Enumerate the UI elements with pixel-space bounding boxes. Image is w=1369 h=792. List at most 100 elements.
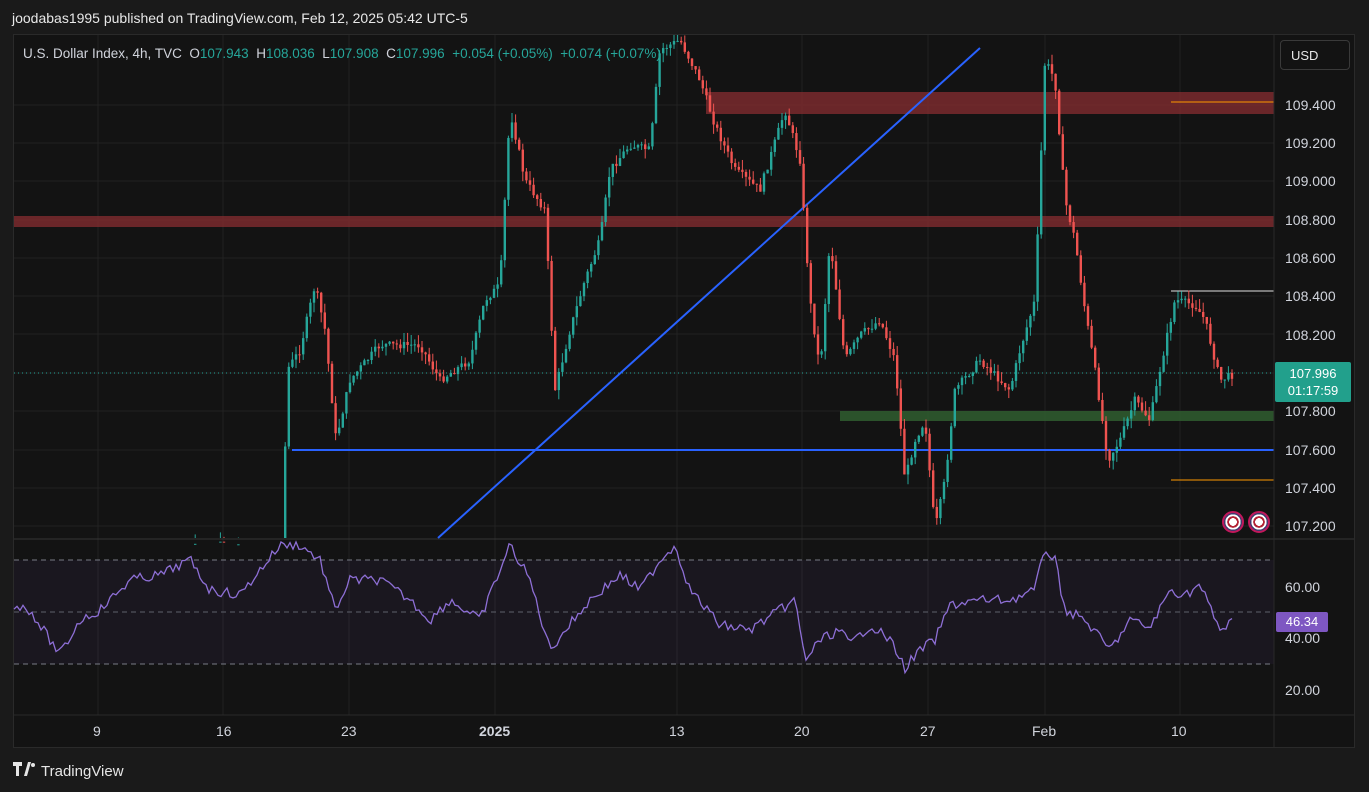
candle-body xyxy=(773,139,776,152)
candle-body xyxy=(568,334,571,349)
candle-body xyxy=(309,302,312,317)
candle-body xyxy=(316,291,319,293)
candle-body xyxy=(413,344,416,346)
candle-body xyxy=(1140,402,1144,411)
candle-body xyxy=(510,122,514,138)
rsi-axis-label: 60.00 xyxy=(1285,579,1320,595)
candle-body xyxy=(1158,371,1162,387)
candle-body xyxy=(953,388,956,427)
price-axis-label: 109.000 xyxy=(1285,173,1336,189)
candle-body xyxy=(478,319,481,333)
candle-body xyxy=(370,351,373,360)
candle-body xyxy=(1216,359,1219,367)
footer[interactable]: TradingView xyxy=(13,762,124,780)
candle-body xyxy=(406,341,409,345)
candle-body xyxy=(687,51,690,59)
candle-body xyxy=(1058,90,1061,135)
candle-body xyxy=(1148,415,1151,420)
us-flag-icon[interactable] xyxy=(1248,511,1270,533)
candle-body xyxy=(939,499,942,519)
candle-body xyxy=(330,363,334,404)
candle-body xyxy=(1068,205,1072,223)
candle-body xyxy=(672,41,676,45)
candle-body xyxy=(464,363,467,367)
candle-body xyxy=(410,344,413,346)
candle-body xyxy=(770,151,773,170)
candle-body xyxy=(1212,343,1216,360)
candle-body xyxy=(878,323,881,325)
candle-body xyxy=(323,312,326,329)
candle-body xyxy=(435,369,438,374)
candle-body xyxy=(1022,340,1025,354)
candle-body xyxy=(1007,387,1010,390)
candle-body xyxy=(845,345,848,355)
candle-body xyxy=(352,375,355,383)
chart-canvas[interactable]: 109.400 109.200 109.000 108.800 108.600 … xyxy=(0,0,1369,792)
candle-body xyxy=(888,338,892,349)
candle-body xyxy=(640,144,643,146)
candle-body xyxy=(881,323,884,328)
ohlc-legend: U.S. Dollar Index, 4h, TVC O107.943 H108… xyxy=(23,46,661,61)
high-label: H xyxy=(256,46,266,61)
candle-body xyxy=(1162,355,1165,372)
candle-body xyxy=(417,344,420,348)
candle-body xyxy=(363,360,366,366)
candle-body xyxy=(539,198,542,208)
candle-body xyxy=(1072,222,1075,233)
candle-body xyxy=(1198,308,1201,312)
candle-body xyxy=(1151,402,1154,420)
brand-name: TradingView xyxy=(41,762,124,780)
candle-body xyxy=(698,69,701,81)
candle-body xyxy=(1018,353,1021,364)
candle-body xyxy=(1104,421,1108,451)
candle-body xyxy=(968,375,971,377)
candle-body xyxy=(730,151,733,164)
time-axis-label: 13 xyxy=(669,723,685,739)
candle-body xyxy=(428,354,431,362)
candle-body xyxy=(1090,325,1093,348)
time-axis-label: 10 xyxy=(1171,723,1187,739)
candle-body xyxy=(651,123,654,147)
candle-body xyxy=(402,341,406,349)
candle-body xyxy=(975,360,978,373)
candle-body xyxy=(1061,134,1064,170)
candle-body xyxy=(1025,327,1028,341)
time-axis-label: 16 xyxy=(216,723,232,739)
candle-body xyxy=(572,317,575,335)
resistance-zone-middle xyxy=(14,216,1274,227)
candle-body xyxy=(392,341,395,344)
open-value: 107.943 xyxy=(199,46,249,61)
candle-body xyxy=(291,359,294,367)
candle-body xyxy=(1000,381,1003,384)
candle-body xyxy=(320,292,323,313)
candle-body xyxy=(438,373,442,377)
us-flag-icon[interactable] xyxy=(1222,511,1244,533)
candle-body xyxy=(676,40,679,42)
price-axis-label: 109.400 xyxy=(1285,97,1336,113)
candle-body xyxy=(935,506,938,519)
high-value: 108.036 xyxy=(265,46,315,61)
candle-body xyxy=(345,392,348,414)
candle-body xyxy=(485,300,488,306)
candle-body xyxy=(615,163,618,166)
candle-body xyxy=(366,359,370,361)
candle-body xyxy=(1180,298,1183,301)
candle-body xyxy=(550,260,553,331)
currency-button[interactable]: USD xyxy=(1280,40,1350,70)
candle-body xyxy=(780,120,784,128)
candle-body xyxy=(791,125,794,134)
candle-body xyxy=(514,122,517,140)
candle-body xyxy=(442,376,445,382)
last-price: 107.996 xyxy=(1289,366,1337,381)
candle-body xyxy=(356,371,359,376)
candle-body xyxy=(1050,64,1054,74)
candle-body xyxy=(194,543,197,545)
candle-body xyxy=(906,464,910,475)
candle-body xyxy=(1220,366,1223,380)
candle-body xyxy=(752,179,755,184)
candle-body xyxy=(219,541,222,543)
price-axis-label: 107.800 xyxy=(1285,403,1336,419)
candle-body xyxy=(874,323,877,329)
symbol-name[interactable]: U.S. Dollar Index, 4h, TVC xyxy=(23,46,182,61)
candle-body xyxy=(1032,301,1036,316)
